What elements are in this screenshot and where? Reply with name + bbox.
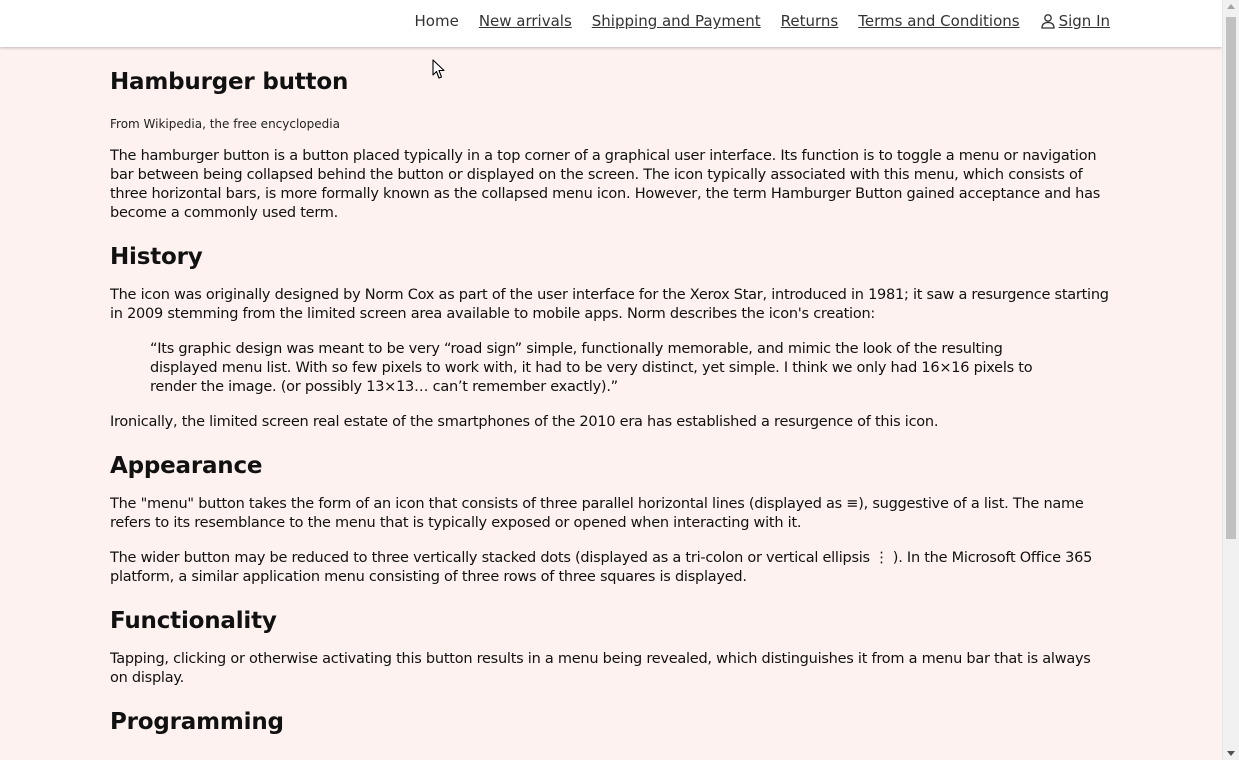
mouse-cursor-icon — [432, 59, 445, 79]
scroll-up-arrow-icon[interactable] — [1227, 4, 1235, 9]
scrollbar-thumb[interactable] — [1226, 17, 1236, 539]
functionality-heading: Functionality — [110, 608, 277, 634]
history-paragraph-2: Ironically, the limited screen real esta… — [110, 414, 939, 430]
nav-sign-in-link[interactable]: Sign In — [1040, 12, 1110, 30]
appearance-heading: Appearance — [110, 453, 263, 479]
history-paragraph-1: The icon was originally designed by Norm… — [110, 287, 1109, 322]
nav-returns-link[interactable]: Returns — [781, 12, 839, 30]
history-heading: History — [110, 244, 203, 270]
article-subtitle: From Wikipedia, the free encyclopedia — [110, 117, 340, 131]
nav-new-arrivals-link[interactable]: New arrivals — [479, 12, 572, 30]
top-navigation-bar: Home New arrivals Shipping and Payment R… — [0, 0, 1222, 47]
programming-heading: Programming — [110, 709, 284, 735]
sign-in-label: Sign In — [1058, 12, 1110, 30]
vertical-scrollbar[interactable] — [1222, 0, 1239, 760]
user-icon — [1040, 14, 1055, 29]
nav-terms-link[interactable]: Terms and Conditions — [858, 12, 1019, 30]
appearance-paragraph-1: The "menu" button takes the form of an i… — [110, 496, 1084, 531]
functionality-paragraph: Tapping, clicking or otherwise activatin… — [110, 651, 1091, 686]
history-quote: “Its graphic design was meant to be very… — [150, 341, 1033, 395]
intro-paragraph: The hamburger button is a button placed … — [110, 148, 1101, 221]
main-nav: Home New arrivals Shipping and Payment R… — [415, 12, 1110, 30]
nav-home-link[interactable]: Home — [415, 12, 459, 30]
scroll-down-arrow-icon[interactable] — [1227, 751, 1235, 756]
article-content: Hamburger button From Wikipedia, the fre… — [110, 47, 1112, 760]
appearance-paragraph-2: The wider button may be reduced to three… — [110, 550, 1093, 585]
page-title: Hamburger button — [110, 69, 349, 95]
nav-shipping-link[interactable]: Shipping and Payment — [592, 12, 761, 30]
